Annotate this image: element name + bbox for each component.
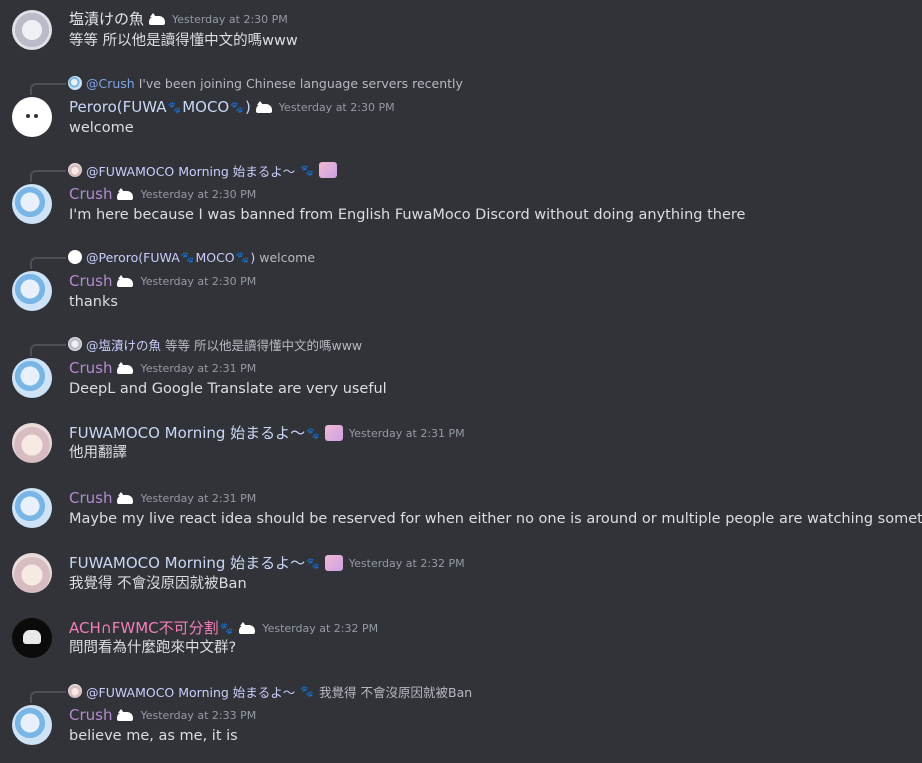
timestamp: Yesterday at 2:32 PM: [262, 621, 379, 635]
mini-avatar: [68, 337, 82, 351]
author-name[interactable]: Crush: [69, 358, 112, 378]
timestamp: Yesterday at 2:31 PM: [348, 426, 465, 440]
cat-badge-icon: [255, 101, 273, 113]
reply-preview[interactable]: @Crush I've been joining Chinese languag…: [30, 74, 463, 95]
reply-connector: [30, 170, 66, 182]
message-content: 我覺得 不會沒原因就被Ban: [69, 576, 247, 592]
author-name[interactable]: Crush: [69, 705, 112, 725]
timestamp: Yesterday at 2:32 PM: [348, 556, 465, 570]
timestamp: Yesterday at 2:30 PM: [278, 100, 395, 114]
reply-preview[interactable]: @FUWAMOCO Morning 始まるよ〜 🐾: [30, 161, 338, 182]
author-name-part[interactable]: ): [245, 97, 251, 117]
author-name-part[interactable]: MOCO: [182, 97, 229, 117]
avatar[interactable]: [12, 488, 52, 528]
paw-icon: 🐾: [167, 100, 182, 114]
reply-mention: @FUWAMOCO Morning 始まるよ〜: [86, 163, 296, 179]
paw-icon: 🐾: [306, 556, 320, 570]
author-name[interactable]: ACH∩FWMC不可分割: [69, 618, 219, 638]
mini-avatar: [68, 163, 82, 177]
paw-icon: 🐾: [300, 163, 315, 177]
reply-connector: [30, 691, 66, 703]
author-name[interactable]: 塩漬けの魚: [69, 9, 144, 29]
reply-connector: [30, 83, 66, 95]
author-name[interactable]: FUWAMOCO Morning 始まるよ〜: [69, 423, 305, 443]
avatar[interactable]: [12, 10, 52, 50]
timestamp: Yesterday at 2:31 PM: [140, 361, 257, 375]
author-name-part[interactable]: Peroro(FUWA: [69, 97, 167, 117]
paw-icon: 🐾: [300, 684, 315, 698]
reply-preview[interactable]: @Peroro(FUWA 🐾 MOCO 🐾 ) welcome: [30, 248, 316, 269]
cat-badge-icon: [116, 188, 134, 200]
message-content: 問問看為什麼跑來中文群?: [69, 640, 237, 656]
timestamp: Yesterday at 2:30 PM: [140, 187, 257, 201]
reply-mention: @Crush: [86, 75, 135, 91]
timestamp: Yesterday at 2:33 PM: [140, 708, 257, 722]
timestamp: Yesterday at 2:31 PM: [140, 491, 257, 505]
mini-avatar: [68, 684, 82, 698]
reply-mention-part: @Peroro(FUWA: [86, 249, 180, 265]
reply-mention: @塩漬けの魚: [86, 337, 162, 353]
reply-text: 等等 所以他是讀得懂中文的嗎www: [165, 337, 363, 353]
emote-icon: [324, 555, 343, 571]
message-content: believe me, as me, it is: [69, 728, 238, 744]
paw-icon: 🐾: [180, 250, 195, 264]
avatar[interactable]: [12, 271, 52, 311]
message-content: 等等 所以他是讀得懂中文的嗎www: [69, 33, 298, 49]
author-name[interactable]: Crush: [69, 271, 112, 291]
message-content: welcome: [69, 120, 134, 136]
message-content: 他用翻譯: [69, 445, 127, 461]
reply-text: 我覺得 不會沒原因就被Ban: [319, 684, 473, 700]
timestamp: Yesterday at 2:30 PM: [172, 12, 288, 26]
paw-icon: 🐾: [306, 426, 320, 440]
message-content: Maybe my live react idea should be reser…: [69, 511, 922, 527]
reply-mention: @FUWAMOCO Morning 始まるよ〜: [86, 684, 296, 700]
avatar[interactable]: [12, 184, 52, 224]
reply-text: I've been joining Chinese language serve…: [138, 75, 463, 91]
reply-mention-part: ): [250, 249, 256, 265]
cat-badge-icon: [116, 709, 134, 721]
avatar[interactable]: [12, 705, 52, 745]
avatar[interactable]: [12, 97, 52, 137]
reply-text: welcome: [259, 249, 316, 265]
author-name[interactable]: Crush: [69, 488, 112, 508]
avatar[interactable]: [12, 358, 52, 398]
message-content: I'm here because I was banned from Engli…: [69, 207, 746, 223]
reply-connector: [30, 344, 66, 356]
reply-preview[interactable]: @塩漬けの魚 等等 所以他是讀得懂中文的嗎www: [30, 335, 363, 356]
cat-badge-icon: [148, 13, 166, 25]
author-name[interactable]: Crush: [69, 184, 112, 204]
author-name[interactable]: FUWAMOCO Morning 始まるよ〜: [69, 553, 305, 573]
emote-icon: [324, 425, 343, 441]
avatar[interactable]: [12, 618, 52, 658]
cat-badge-icon: [238, 622, 256, 634]
cat-badge-icon: [116, 492, 134, 504]
avatar[interactable]: [12, 553, 52, 593]
paw-icon: 🐾: [230, 100, 244, 114]
mini-avatar: [68, 250, 82, 264]
reply-connector: [30, 257, 66, 269]
reply-preview[interactable]: @FUWAMOCO Morning 始まるよ〜 🐾 我覺得 不會沒原因就被Ban: [30, 682, 473, 703]
reply-mention-part: MOCO: [195, 249, 235, 265]
cat-badge-icon: [116, 362, 134, 374]
mini-avatar: [68, 76, 82, 90]
message-content: DeepL and Google Translate are very usef…: [69, 381, 387, 397]
cat-badge-icon: [116, 275, 134, 287]
paw-icon: 🐾: [235, 250, 250, 264]
paw-icon: 🐾: [219, 621, 234, 635]
emote-icon: [319, 162, 338, 178]
avatar[interactable]: [12, 423, 52, 463]
message-content: thanks: [69, 294, 118, 310]
timestamp: Yesterday at 2:30 PM: [140, 274, 257, 288]
